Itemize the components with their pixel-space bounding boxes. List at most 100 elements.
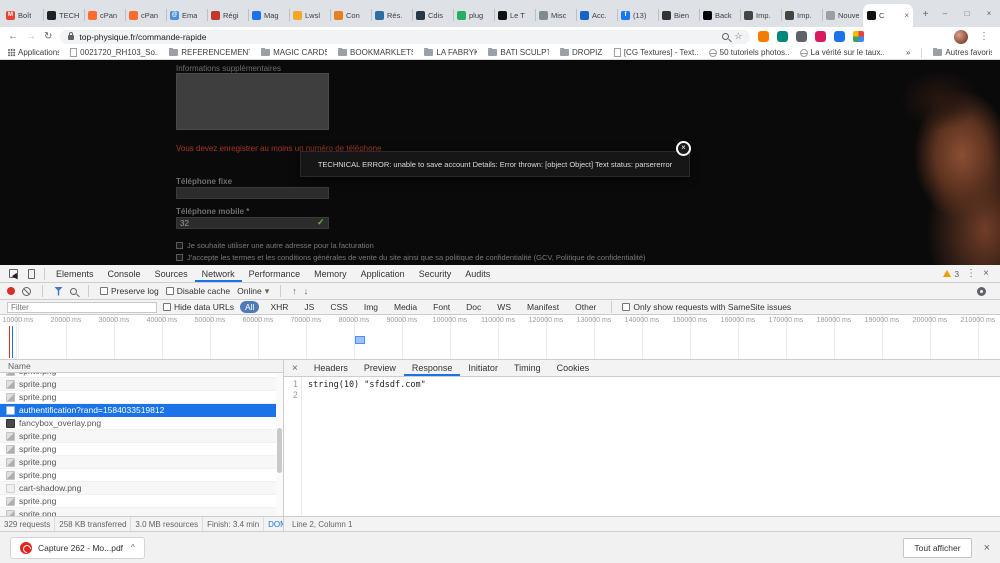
hide-data-urls-checkbox[interactable] <box>163 303 171 311</box>
browser-tab[interactable]: Acc. <box>576 4 617 27</box>
browser-tab[interactable]: Con <box>330 4 371 27</box>
lock-icon[interactable] <box>68 35 74 40</box>
browser-tab[interactable]: Misc <box>535 4 576 27</box>
browser-tab[interactable]: cPan <box>125 4 166 27</box>
bookmark-folder[interactable]: DROPIZI <box>560 48 603 57</box>
request-row-selected[interactable]: authentification?rand=1584033519812 <box>0 404 283 417</box>
bookmark-folder[interactable]: REFERENCEMENT <box>169 48 250 57</box>
browser-tab[interactable]: TECH <box>43 4 84 27</box>
search-icon[interactable] <box>70 288 77 295</box>
bookmark-folder[interactable]: LA FABRYK <box>424 48 477 57</box>
tab-security[interactable]: Security <box>412 265 459 282</box>
scrollbar-thumb[interactable] <box>277 428 282 473</box>
tab-close-icon[interactable]: × <box>904 11 909 20</box>
search-icon[interactable] <box>722 33 729 40</box>
phone-fixed-input[interactable] <box>176 187 329 199</box>
browser-tab[interactable]: MBoît <box>2 4 43 27</box>
new-tab-button[interactable]: + <box>918 8 933 23</box>
apps-grid-icon[interactable] <box>853 31 864 42</box>
browser-tab[interactable]: Bien <box>658 4 699 27</box>
detail-close-icon[interactable]: × <box>284 363 306 374</box>
browser-tab[interactable]: Back <box>699 4 740 27</box>
browser-tab[interactable]: Régi <box>207 4 248 27</box>
filter-input[interactable] <box>7 302 157 313</box>
bookmark-star-icon[interactable]: ☆ <box>734 32 742 41</box>
disable-cache-checkbox[interactable] <box>166 287 174 295</box>
request-row[interactable]: cart-shadow.png <box>0 482 283 495</box>
devtools-menu-icon[interactable]: ⋮ <box>966 268 976 279</box>
bookmark-item[interactable]: 50 tutoriels photos... <box>709 48 789 57</box>
record-icon[interactable] <box>7 287 15 295</box>
minimize-button[interactable]: – <box>934 0 956 26</box>
show-all-downloads-button[interactable]: Tout afficher <box>903 538 971 558</box>
throttling-select[interactable]: Online▾ <box>237 286 269 297</box>
download-item[interactable]: Capture 262 - Mo...pdf ^ <box>10 537 145 559</box>
back-button[interactable]: ← <box>8 32 18 42</box>
filter-funnel-icon[interactable] <box>54 287 63 296</box>
filter-type-img[interactable]: Img <box>359 301 383 313</box>
filter-type-media[interactable]: Media <box>389 301 422 313</box>
filter-type-js[interactable]: JS <box>299 301 319 313</box>
browser-tab[interactable]: Rés. <box>371 4 412 27</box>
filter-type-manifest[interactable]: Manifest <box>522 301 564 313</box>
terms-checkbox[interactable] <box>176 254 183 261</box>
bookmark-apps[interactable]: Applications <box>8 48 59 57</box>
import-har-icon[interactable]: ↑ <box>292 286 297 296</box>
bookmark-folder[interactable]: BOOKMARKLETS <box>338 48 413 57</box>
request-row[interactable]: sprite.png <box>0 443 283 456</box>
bookmark-item[interactable]: La vérité sur le taux... <box>800 48 884 57</box>
request-row[interactable]: sprite.png <box>0 391 283 404</box>
clear-icon[interactable] <box>22 287 31 296</box>
request-row[interactable]: sprite.png <box>0 378 283 391</box>
samesite-checkbox[interactable] <box>622 303 630 311</box>
maximize-button[interactable]: □ <box>956 0 978 26</box>
tab-initiator[interactable]: Initiator <box>460 360 506 376</box>
warning-counter[interactable]: 3 <box>943 269 959 279</box>
request-row[interactable]: sprite.png <box>0 430 283 443</box>
tab-preview[interactable]: Preview <box>356 360 404 376</box>
scrollbar[interactable] <box>276 373 283 516</box>
preserve-log-control[interactable]: Preserve log <box>100 286 159 296</box>
request-row[interactable]: sprite.png <box>0 508 283 516</box>
shelf-close-icon[interactable]: × <box>984 542 990 554</box>
tab-audits[interactable]: Audits <box>458 265 497 282</box>
tab-sources[interactable]: Sources <box>148 265 195 282</box>
export-har-icon[interactable]: ↓ <box>304 286 309 296</box>
reload-button[interactable]: ↻ <box>44 32 52 42</box>
request-row[interactable]: sprite.png <box>0 495 283 508</box>
request-row[interactable]: sprite.png <box>0 469 283 482</box>
tab-console[interactable]: Console <box>101 265 148 282</box>
samesite-control[interactable]: Only show requests with SameSite issues <box>622 302 791 312</box>
browser-tab[interactable]: Cdis <box>412 4 453 27</box>
devtools-close-icon[interactable]: × <box>983 268 989 279</box>
filter-type-ws[interactable]: WS <box>492 301 516 313</box>
filter-type-css[interactable]: CSS <box>325 301 352 313</box>
browser-tab[interactable]: Nouvel o <box>822 4 863 27</box>
inspect-element-button[interactable] <box>4 265 22 282</box>
name-column-header[interactable]: Name <box>0 360 283 373</box>
tab-network[interactable]: Network <box>195 265 242 282</box>
bookmarks-overflow-icon[interactable]: » <box>906 48 910 57</box>
address-bar[interactable]: top-physique.fr/commande-rapide ☆ <box>60 30 750 44</box>
extension-icon[interactable] <box>796 31 807 42</box>
browser-menu-icon[interactable]: ⋮ <box>976 31 992 42</box>
additional-info-textarea[interactable] <box>176 73 329 130</box>
bookmark-folder[interactable]: MAGIC CARDS <box>261 48 327 57</box>
filter-type-font[interactable]: Font <box>428 301 455 313</box>
browser-tab[interactable]: plug <box>453 4 494 27</box>
browser-tab-active[interactable]: C× <box>863 4 913 27</box>
extension-icon[interactable] <box>834 31 845 42</box>
tab-response[interactable]: Response <box>404 360 461 376</box>
browser-tab[interactable]: Lwsl <box>289 4 330 27</box>
tab-application[interactable]: Application <box>354 265 412 282</box>
browser-tab[interactable]: Imp. <box>781 4 822 27</box>
tab-performance[interactable]: Performance <box>242 265 308 282</box>
gear-icon[interactable] <box>977 287 986 296</box>
toast-close-button[interactable]: × <box>676 141 691 156</box>
tab-headers[interactable]: Headers <box>306 360 356 376</box>
extension-icon[interactable] <box>815 31 826 42</box>
tab-elements[interactable]: Elements <box>49 265 101 282</box>
preserve-log-checkbox[interactable] <box>100 287 108 295</box>
hide-data-urls-control[interactable]: Hide data URLs <box>163 302 234 312</box>
profile-avatar[interactable] <box>954 30 968 44</box>
